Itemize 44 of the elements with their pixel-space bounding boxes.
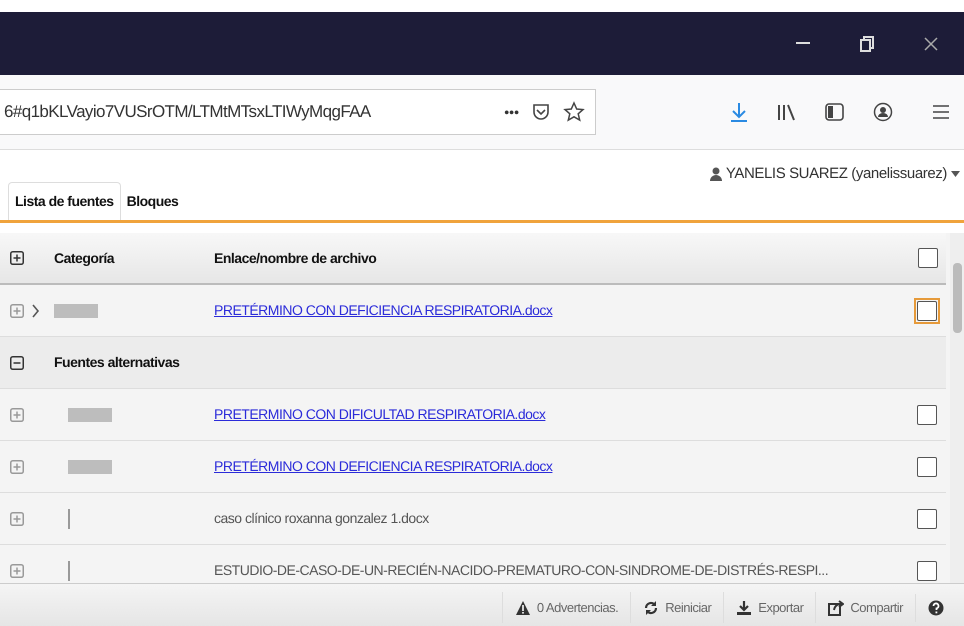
expand-icon[interactable] <box>10 304 24 318</box>
collapse-icon[interactable] <box>10 356 24 370</box>
help-icon <box>928 600 944 616</box>
file-link[interactable]: PRETÉRMINO CON DEFICIENCIA RESPIRATORIA.docx <box>214 456 914 477</box>
checkbox[interactable] <box>917 404 937 424</box>
expand-all-icon[interactable] <box>10 251 24 265</box>
chevron-icon[interactable] <box>32 304 40 318</box>
file-name: caso clínico roxanna gonzalez 1.docx <box>214 509 430 528</box>
user-icon <box>710 167 722 182</box>
column-header: Categoría <box>54 248 114 268</box>
minimize-icon <box>796 42 810 45</box>
more-actions-button[interactable]: ••• <box>504 102 519 122</box>
expand-icon[interactable] <box>10 460 24 474</box>
group-label: Fuentes alternativas <box>54 353 180 372</box>
share-button[interactable]: Compartir <box>815 592 915 624</box>
user-menu[interactable]: YANELIS SUAREZ (yanelissuarez) <box>710 163 960 186</box>
pocket-icon[interactable] <box>531 102 551 122</box>
warnings-button[interactable]: 0 Advertencias. <box>502 592 630 624</box>
export-button[interactable]: Exportar <box>723 592 816 624</box>
address-bar[interactable]: 6#q1bKLVayio7VUSrOTM/LTMtMTsxLTIWyMqgFAA ••• <box>0 89 596 135</box>
reset-button[interactable]: Reiniciar <box>630 592 724 624</box>
warning-icon <box>514 600 531 616</box>
share-icon <box>828 600 844 616</box>
scrollbar[interactable] <box>950 233 964 583</box>
user-name: YANELIS SUAREZ (yanelissuarez) <box>726 164 947 184</box>
restore-icon <box>860 36 874 52</box>
file-link[interactable]: PRETÉRMINO CON DEFICIENCIA RESPIRATORIA.docx <box>214 300 914 321</box>
checkbox[interactable] <box>918 248 938 268</box>
expand-icon[interactable] <box>10 408 24 422</box>
download-icon <box>736 600 752 616</box>
checkbox[interactable] <box>917 456 937 476</box>
caret-icon <box>951 171 960 178</box>
column-header: Enlace/nombre de archivo <box>214 248 378 268</box>
tab[interactable]: Lista de fuentes <box>8 182 121 220</box>
expand-icon[interactable] <box>10 512 24 526</box>
file-link[interactable]: PRETERMINO CON DIFICULTAD RESPIRATORIA.docx <box>214 404 914 425</box>
refresh-icon <box>643 600 660 616</box>
star-icon[interactable] <box>563 101 585 123</box>
checkbox[interactable] <box>917 508 937 528</box>
close-icon <box>923 36 939 52</box>
checkbox[interactable] <box>917 560 937 580</box>
file-name: ESTUDIO-DE-CASO-DE-UN-RECIÉN-NACIDO-PREMATURO-CON-SINDROME-DE-DISTRÉS-RESPI... <box>214 561 830 580</box>
tab[interactable]: Bloques <box>120 183 184 220</box>
expand-icon[interactable] <box>10 564 24 578</box>
